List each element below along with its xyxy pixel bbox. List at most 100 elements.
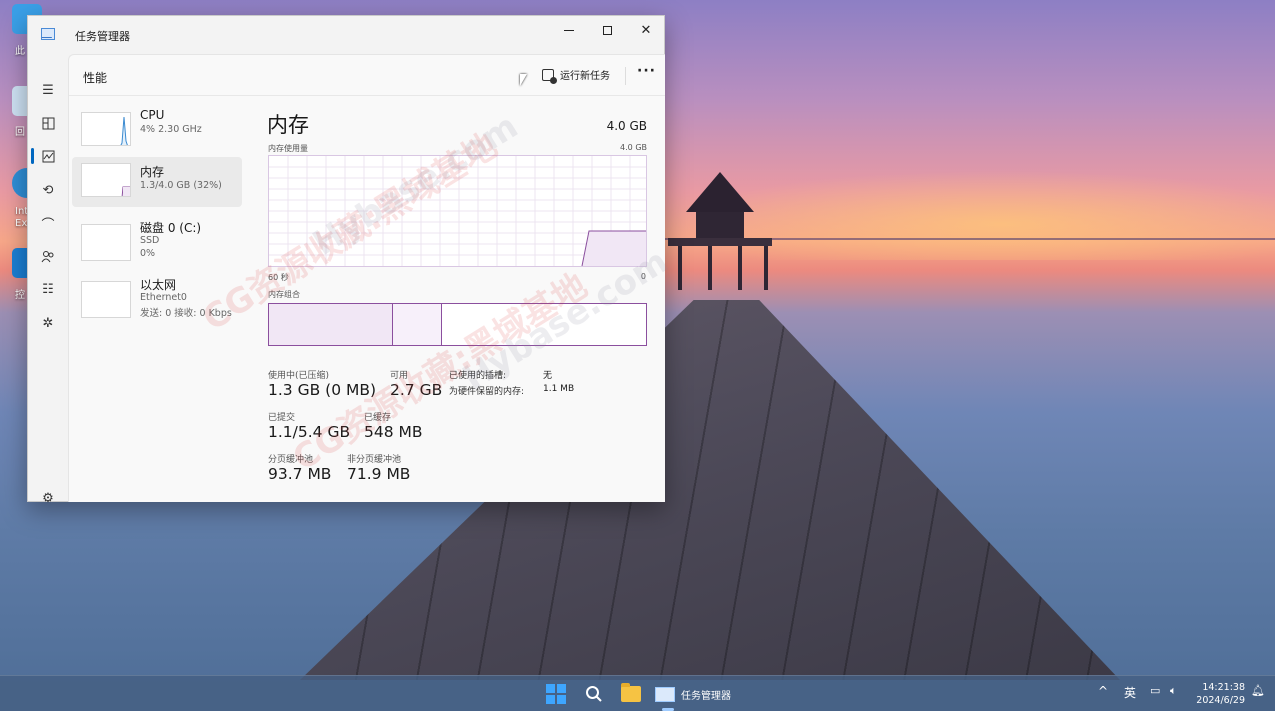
composition-modified [393, 304, 443, 345]
title-bar[interactable]: 任务管理器 ✕ [28, 16, 664, 54]
cpu-mini-graph [120, 116, 128, 145]
clock-time: 14:21:38 [1202, 682, 1245, 693]
device-detail: 0% [140, 248, 156, 259]
device-memory[interactable]: 内存 1.3/4.0 GB (32%) [72, 157, 242, 207]
memory-thumbnail [81, 163, 131, 197]
divider [625, 67, 626, 85]
memory-usage-max: 4.0 GB [620, 143, 647, 152]
mouse-cursor [520, 74, 527, 86]
performance-icon[interactable] [38, 146, 58, 166]
content-area: 性能 运行新任务 ··· CPU 4% 2.30 GHz 内存 1.3/4.0 … [68, 54, 675, 502]
users-svg [41, 250, 54, 262]
users-icon[interactable] [38, 246, 58, 266]
ethernet-thumbnail [81, 281, 131, 318]
task-manager-window: 任务管理器 ✕ ☰ ⟲ ⌒ ☷ ✲ ⚙ 性能 运行新任务 ··· CPU 4% … [27, 15, 675, 506]
slots-value: 无 [543, 371, 553, 381]
active-indicator [31, 148, 34, 164]
desktop-label-control: 控 [15, 290, 25, 301]
memory-composition-label: 内存组合 [268, 290, 300, 299]
paged-pool-label: 分页缓冲池 [268, 455, 314, 465]
device-detail: SSD [140, 235, 160, 246]
window-title: 任务管理器 [75, 30, 130, 43]
run-new-task-label: 运行新任务 [560, 71, 610, 82]
disk-thumbnail [81, 224, 131, 261]
available-value: 2.7 GB [390, 381, 443, 399]
reserved-label: 为硬件保留的内存: [449, 387, 525, 397]
clock-date: 2024/6/29 [1196, 695, 1245, 706]
memory-title: 内存 [267, 113, 309, 137]
device-ethernet[interactable]: 以太网 Ethernet0 发送: 0 接收: 0 Kbps [72, 276, 242, 326]
available-label: 可用 [390, 371, 409, 381]
cpu-thumbnail [81, 112, 131, 146]
committed-value: 1.1/5.4 GB [268, 423, 351, 441]
minimize-icon [564, 29, 574, 31]
folder-icon [621, 683, 641, 702]
device-detail: 4% 2.30 GHz [140, 124, 202, 135]
memory-usage-label: 内存使用量 [268, 144, 308, 153]
memory-usage-area [582, 231, 646, 266]
run-task-icon [542, 68, 557, 84]
windows-logo-icon [546, 684, 566, 704]
run-new-task-button[interactable]: 运行新任务 [542, 67, 610, 84]
maximize-icon [602, 25, 612, 35]
close-button[interactable]: ✕ [626, 16, 666, 44]
services-icon[interactable]: ✲ [38, 313, 58, 333]
settings-gear-icon[interactable]: ⚙ [38, 488, 58, 508]
processes-svg [42, 117, 54, 129]
startup-apps-icon[interactable]: ⌒ [38, 213, 58, 233]
device-name: CPU [140, 108, 165, 122]
performance-svg [42, 150, 54, 162]
cached-label: 已缓存 [364, 413, 392, 423]
reserved-value: 1.1 MB [543, 384, 575, 394]
header-bar: 性能 运行新任务 ··· [69, 55, 665, 96]
search-icon[interactable] [580, 680, 608, 708]
device-name: 磁盘 0 (C:) [140, 221, 202, 235]
start-button[interactable] [542, 680, 570, 708]
hamburger-menu-icon[interactable]: ☰ [38, 80, 58, 100]
nonpaged-pool-value: 71.9 MB [347, 465, 411, 483]
search-svg [586, 686, 602, 702]
maximize-button[interactable] [587, 16, 627, 44]
network-icon[interactable]: ▭ [1150, 684, 1160, 697]
composition-standby [442, 304, 646, 345]
desktop-label-recycle: 回 [15, 127, 25, 138]
cached-value: 548 MB [364, 423, 423, 441]
taskbar-task-manager[interactable]: 任务管理器 [655, 680, 731, 708]
memory-usage-svg [269, 156, 646, 267]
device-cpu[interactable]: CPU 4% 2.30 GHz [72, 108, 242, 158]
memory-composition-bar [268, 303, 647, 346]
in-use-value: 1.3 GB (0 MB) [268, 381, 377, 399]
more-options-button[interactable]: ··· [637, 63, 656, 79]
device-name: 以太网 [140, 278, 177, 292]
memory-usage-graph [268, 155, 647, 267]
notification-icon[interactable]: 🔔︎ [1251, 684, 1265, 697]
show-hidden-icons-chevron-icon[interactable]: ^ [1098, 684, 1108, 698]
pier-hut [668, 172, 772, 292]
taskbar-task-label: 任务管理器 [681, 690, 731, 702]
time-axis-right: 0 [640, 272, 646, 281]
ime-indicator[interactable]: 英 [1124, 684, 1136, 701]
close-icon: ✕ [640, 22, 652, 38]
memory-mini-graph [121, 186, 130, 196]
file-explorer-icon[interactable] [617, 680, 645, 708]
time-axis-left: 60 秒 [268, 273, 289, 282]
clock[interactable]: 14:21:38 2024/6/29 [1195, 681, 1245, 707]
committed-label: 已提交 [268, 413, 296, 423]
details-icon[interactable]: ☷ [38, 279, 58, 299]
device-name: 内存 [140, 165, 165, 179]
nav-rail: ☰ ⟲ ⌒ ☷ ✲ ⚙ [28, 54, 68, 506]
slots-label: 已使用的插槽: [449, 371, 507, 381]
device-disk[interactable]: 磁盘 0 (C:) SSD 0% [72, 219, 242, 269]
nonpaged-pool-label: 非分页缓冲池 [347, 455, 402, 465]
minimize-button[interactable] [549, 16, 589, 44]
memory-total: 4.0 GB [606, 119, 647, 133]
page-title: 性能 [83, 71, 108, 85]
processes-icon[interactable] [38, 113, 58, 133]
paged-pool-value: 93.7 MB [268, 465, 332, 483]
task-manager-taskbar-icon [655, 686, 675, 702]
app-history-icon[interactable]: ⟲ [38, 180, 58, 200]
task-manager-icon [41, 28, 55, 40]
volume-icon[interactable]: 🔈︎ [1170, 684, 1177, 698]
device-detail: 发送: 0 接收: 0 Kbps [140, 308, 232, 319]
device-detail: Ethernet0 [140, 292, 187, 303]
